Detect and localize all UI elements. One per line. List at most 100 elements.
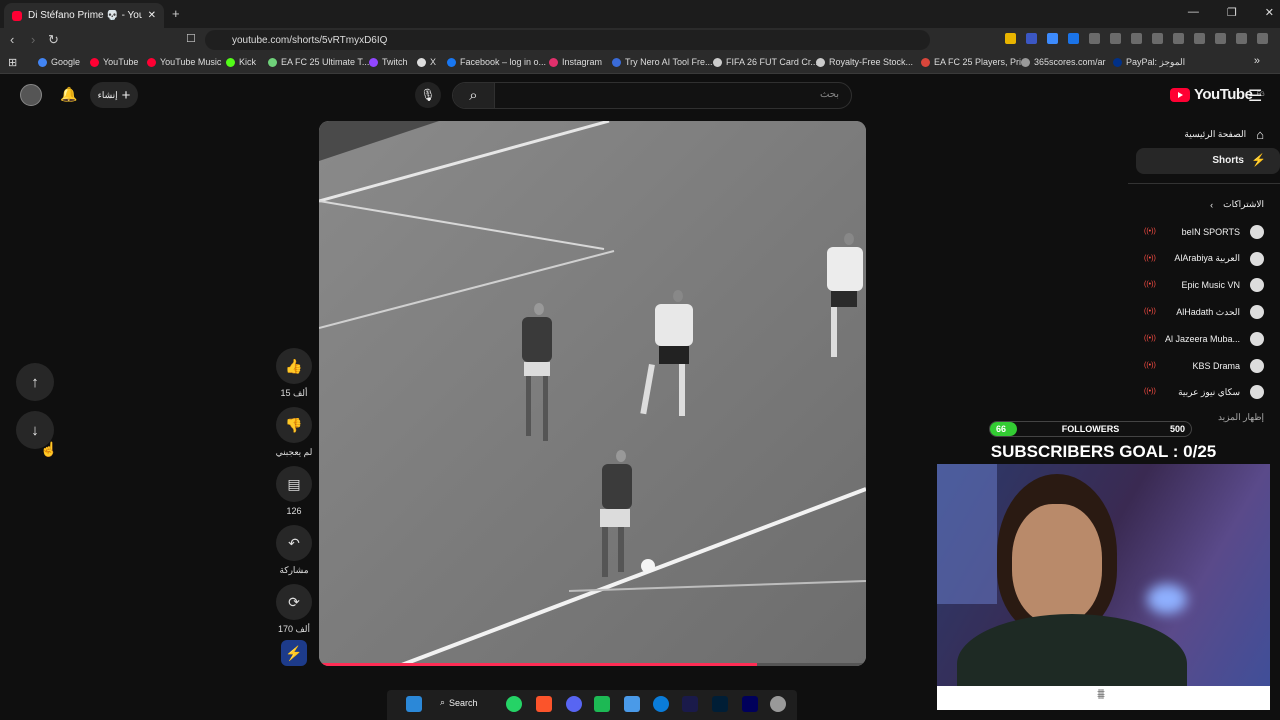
photoshop-icon[interactable] — [712, 696, 728, 712]
hamburger-menu-icon[interactable]: ☰ — [1248, 86, 1262, 106]
sidebar-item-channel[interactable]: beIN SPORTS — [1182, 225, 1264, 239]
bookmark-label: Facebook – log in o... — [460, 57, 547, 67]
bookmark-item[interactable]: Kick — [226, 57, 256, 67]
bookmark-item[interactable]: Google — [38, 57, 80, 67]
minimize-icon[interactable]: — — [1188, 6, 1199, 19]
bookmark-label: 365scores.com/ar — [1034, 57, 1106, 67]
apps-grid-icon[interactable]: ⊞ — [8, 56, 17, 69]
bell-icon[interactable]: 🔔 — [60, 86, 77, 103]
maximize-icon[interactable]: ❐ — [1227, 6, 1237, 19]
more-bookmarks-icon[interactable]: » — [1254, 55, 1260, 67]
audition-icon[interactable] — [742, 696, 758, 712]
share-icon: ↶ — [276, 525, 312, 561]
sidebar-item-channel[interactable]: Epic Music VN — [1181, 278, 1264, 293]
whatsapp-icon[interactable] — [506, 696, 522, 712]
previous-short-button[interactable]: ↑ — [16, 363, 54, 401]
logo-icon: ⩩ — [1097, 686, 1106, 703]
forward-icon[interactable]: › — [31, 32, 35, 47]
bookmark-item[interactable]: Twitch — [369, 57, 408, 67]
shorts-video-player[interactable] — [319, 121, 866, 666]
bookmark-item[interactable]: YouTube Music — [147, 57, 221, 67]
bookmark-icon[interactable]: ☐ — [186, 32, 196, 45]
channel-avatar-icon — [1250, 251, 1264, 266]
avatar[interactable] — [20, 84, 42, 106]
search-placeholder: بحث — [819, 89, 839, 100]
close-tab-icon[interactable]: ✕ — [148, 10, 156, 21]
football-match-frame — [319, 121, 866, 666]
channel-name: Epic Music VN — [1181, 280, 1240, 291]
mouse-cursor-icon: ☝ — [40, 441, 58, 457]
comments-button[interactable]: ▤ 126 — [274, 466, 314, 516]
after-effects-icon[interactable] — [682, 696, 698, 712]
puzzle-icon[interactable] — [1110, 33, 1121, 44]
bookmark-item[interactable]: PayPal: الموجز — [1113, 57, 1185, 68]
wallet-icon[interactable] — [1194, 33, 1205, 44]
sidebar-item-subscriptions[interactable]: ‹ الاشتراكات — [1210, 199, 1264, 210]
taskbar-search[interactable]: ⌕ Search — [440, 697, 478, 708]
arrow-up-icon: ↑ — [31, 373, 39, 391]
like-button[interactable]: 👍 15 ألف — [274, 348, 314, 399]
obs-icon[interactable] — [770, 696, 786, 712]
menu-icon[interactable] — [1257, 33, 1268, 44]
bookmark-favicon-icon — [612, 57, 621, 67]
bookmark-item[interactable]: EA FC 25 Players, Pri... — [921, 57, 1029, 67]
followers-goal-bar: 66 FOLLOWERS 500 — [989, 421, 1192, 437]
sidebar-item-home[interactable]: الصفحة الرئيسية ⌂ — [1184, 127, 1264, 142]
ball — [641, 559, 655, 573]
microphone-icon[interactable]: 🎙 — [415, 82, 441, 108]
bookmark-favicon-icon — [268, 57, 277, 67]
calculator-icon[interactable] — [624, 696, 640, 712]
sidebar-item-channel[interactable]: Al Jazeera Muba... — [1164, 331, 1264, 346]
sidebar-item-shorts[interactable]: Shorts ⚡ — [1136, 148, 1280, 174]
back-icon[interactable]: ‹ — [10, 32, 14, 47]
bookmark-item[interactable]: YouTube — [90, 57, 138, 67]
bookmark-item[interactable]: Facebook – log in o... — [447, 57, 546, 67]
bookmark-favicon-icon — [369, 57, 378, 67]
home-icon: ⌂ — [1256, 127, 1264, 142]
bookmark-item[interactable]: Try Nero AI Tool Fre... — [612, 57, 713, 67]
bookmark-item[interactable]: FIFA 26 FUT Card Cr... — [713, 57, 818, 67]
extension-icon[interactable] — [1131, 33, 1142, 44]
browser-tab[interactable]: Di Stéfano Prime 💀 - YouTube ✕ — [4, 3, 164, 28]
extension-icon[interactable] — [1215, 33, 1226, 44]
bookmark-item[interactable]: 365scores.com/ar — [1021, 57, 1106, 67]
windows-start-icon[interactable] — [406, 696, 422, 712]
extension-icon[interactable] — [1005, 33, 1016, 44]
bookmark-item[interactable]: Instagram — [549, 57, 602, 67]
edge-icon[interactable] — [653, 696, 669, 712]
new-tab-button[interactable]: + — [172, 6, 180, 21]
share-button[interactable]: ↶ مشاركة — [274, 525, 314, 576]
video-progress-bar[interactable] — [319, 663, 866, 666]
bookmark-favicon-icon — [921, 57, 930, 67]
search-input[interactable]: ⌕ بحث — [452, 82, 852, 109]
channel-avatar[interactable]: ⚡ — [281, 640, 307, 666]
bookmark-item[interactable]: Royalty-Free Stock... — [816, 57, 913, 67]
bookmark-item[interactable]: EA FC 25 Ultimate T... — [268, 57, 369, 67]
sidebar-item-channel[interactable]: سكاي نيوز عربية — [1178, 385, 1264, 400]
channel-name: Al Jazeera Muba... — [1164, 333, 1240, 344]
reload-icon[interactable]: ↻ — [48, 32, 59, 48]
shield-icon[interactable] — [1236, 33, 1247, 44]
discord-icon[interactable] — [566, 696, 582, 712]
app-icon[interactable] — [594, 696, 610, 712]
remix-button[interactable]: ⟳ 170 ألف — [274, 584, 314, 635]
extension-icon[interactable] — [1047, 33, 1058, 44]
sidebar-item-channel[interactable]: AlHadath الحدث — [1176, 305, 1264, 320]
sidebar-item-channel[interactable]: KBS Drama — [1192, 358, 1264, 373]
thumbs-down-icon: 👎 — [276, 407, 312, 443]
extension-icon[interactable] — [1089, 33, 1100, 44]
extension-icon[interactable] — [1068, 33, 1079, 44]
url-field[interactable]: youtube.com/shorts/5vRTmyxD6IQ — [205, 30, 930, 50]
create-button[interactable]: إنشاء + — [90, 82, 138, 108]
sidebar-item-channel[interactable]: AlArabiya العربية — [1174, 251, 1264, 266]
extension-icon[interactable] — [1152, 33, 1163, 44]
extension-icon[interactable] — [1026, 33, 1037, 44]
subscribers-goal-text: SUBSCRIBERS GOAL : 0/25 — [990, 442, 1217, 461]
sidebar-icon[interactable] — [1173, 33, 1184, 44]
dislike-button[interactable]: 👎 لم يعجبني — [274, 407, 314, 458]
close-window-icon[interactable]: ✕ — [1265, 6, 1274, 19]
brave-icon[interactable] — [536, 696, 552, 712]
search-button[interactable]: ⌕ — [453, 83, 495, 108]
bookmark-item[interactable]: X — [417, 57, 436, 67]
bookmark-label: EA FC 25 Players, Pri... — [934, 57, 1029, 67]
